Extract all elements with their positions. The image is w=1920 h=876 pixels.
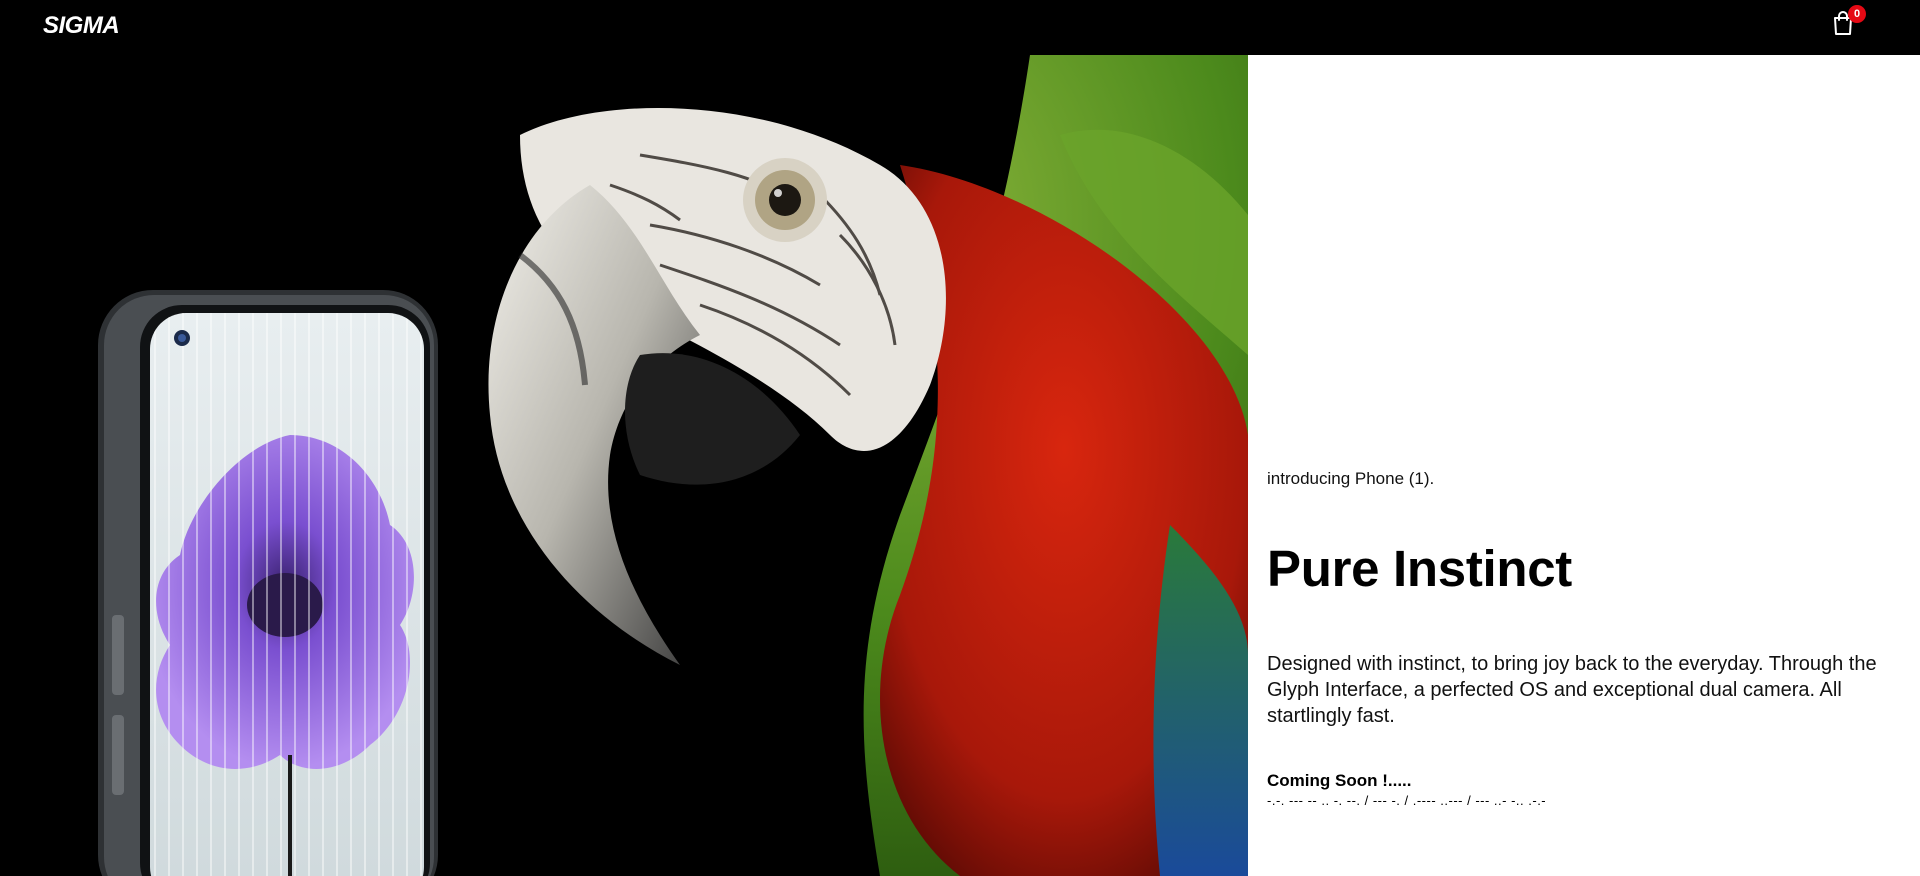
product-info-panel: introducing Phone (1). Pure Instinct Des… — [1248, 55, 1920, 876]
cart-count-badge: 0 — [1848, 5, 1866, 23]
intro-text: introducing Phone (1). — [1267, 469, 1435, 488]
product-description: Designed with instinct, to bring joy bac… — [1267, 653, 1877, 727]
morse-code-text: -.-. --- -- .. -. --. / --- -. / .---- .… — [1267, 793, 1547, 808]
top-navbar: SIGMA 0 — [0, 0, 1920, 55]
brand-logo[interactable]: SIGMA — [43, 12, 120, 40]
hero-image — [0, 55, 1248, 876]
coming-soon-label: Coming Soon !..... — [1267, 771, 1412, 790]
page-title: Pure Instinct — [1267, 540, 1572, 597]
phone-and-macaw-illustration — [98, 55, 1248, 876]
phone-illustration — [98, 290, 438, 876]
